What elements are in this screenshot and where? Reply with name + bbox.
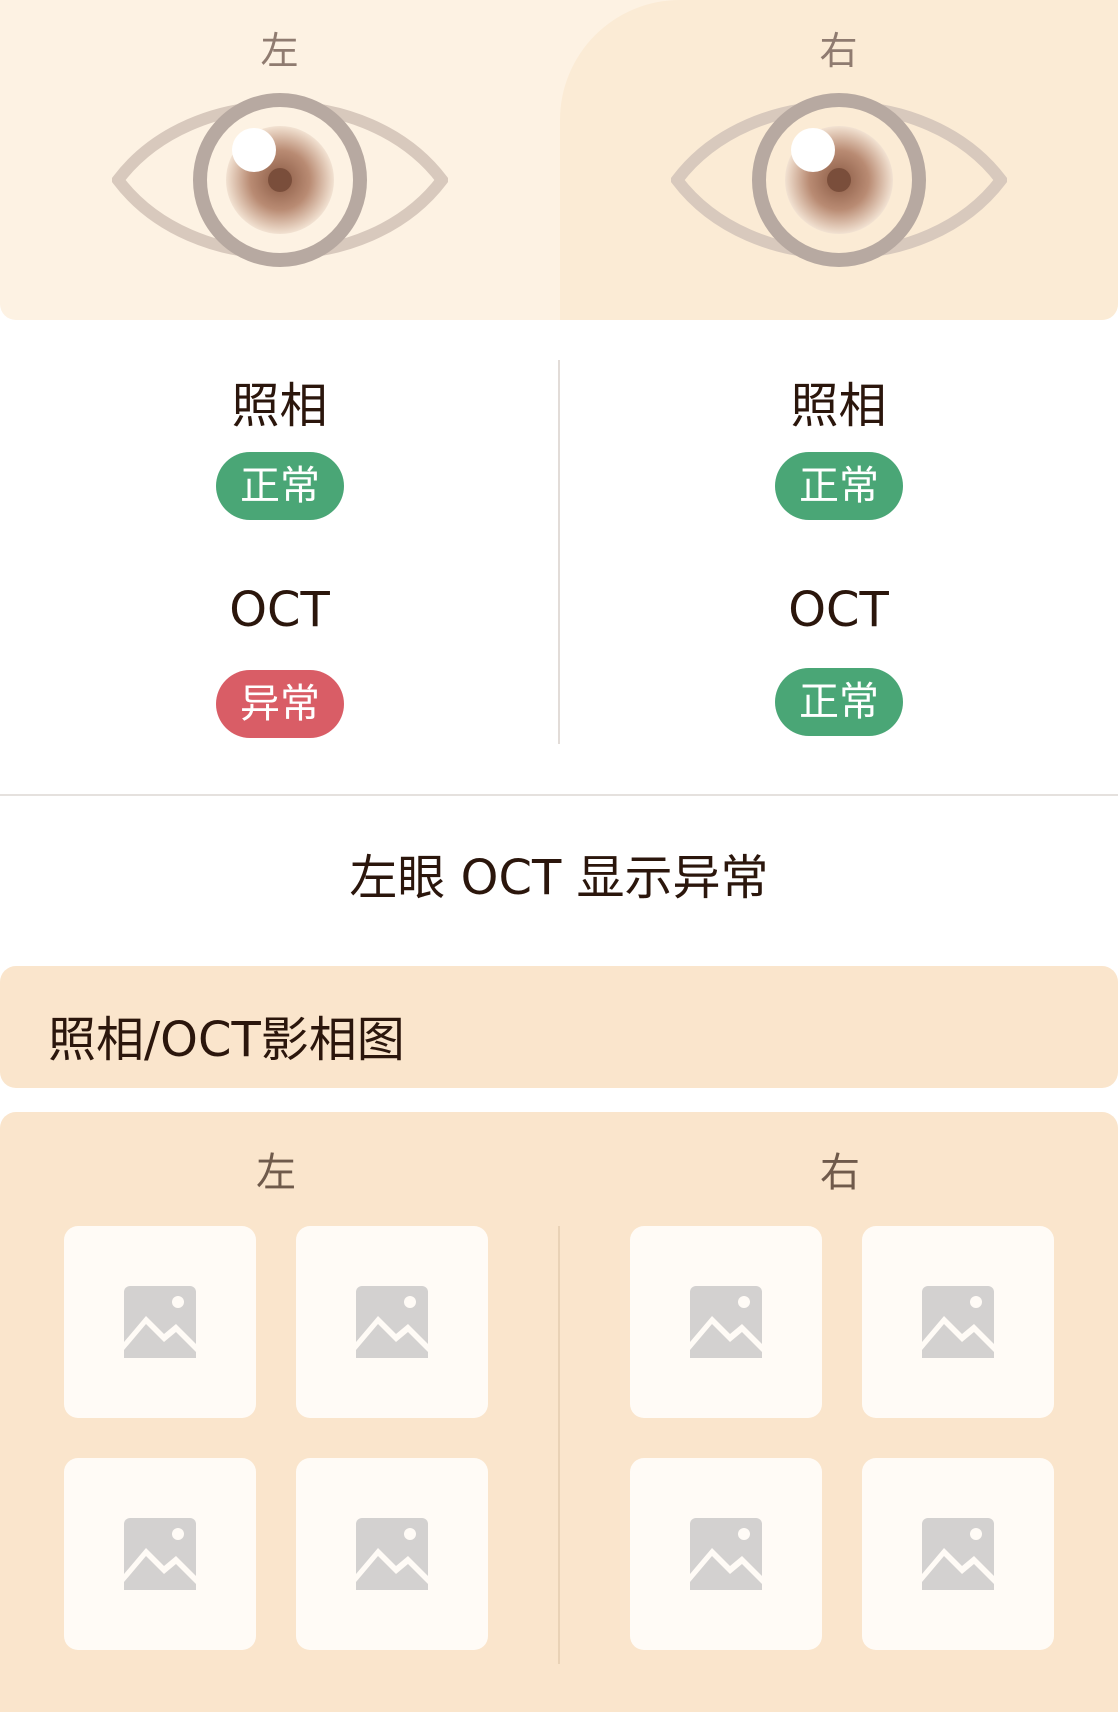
section-divider [0, 794, 1118, 796]
images-section-title: 照相/OCT影相图 [48, 1012, 405, 1068]
right-photo-label: 照相 [790, 378, 887, 434]
image-placeholder-icon [356, 1518, 428, 1590]
left-eye-label: 左 [260, 29, 299, 73]
image-placeholder-icon [922, 1286, 994, 1358]
right-image-thumb[interactable] [862, 1226, 1054, 1418]
left-oct-status-badge: 异常 [216, 670, 344, 738]
left-oct-label: OCT [229, 582, 330, 638]
image-gallery: 左 右 [0, 1112, 1118, 1712]
left-image-thumb[interactable] [64, 1458, 256, 1650]
result-summary: 左眼 OCT 显示异常 [349, 850, 769, 906]
right-eye-column: 右 [559, 0, 1118, 320]
image-placeholder-icon [690, 1518, 762, 1590]
left-image-thumb[interactable] [296, 1226, 488, 1418]
left-photo-label: 照相 [231, 378, 328, 434]
image-placeholder-icon [922, 1518, 994, 1590]
left-photo-status-badge: 正常 [216, 452, 344, 520]
image-placeholder-icon [124, 1286, 196, 1358]
images-section-header: 照相/OCT影相图 [0, 966, 1118, 1088]
exam-results: 照相 正常 OCT 异常 照相 正常 OCT 正常 [0, 320, 1118, 794]
right-eye-label: 右 [819, 29, 858, 73]
eye-illustration-panel: 左 右 [0, 0, 1118, 320]
gallery-divider [558, 1226, 560, 1664]
right-photo-status-badge: 正常 [775, 452, 903, 520]
image-placeholder-icon [124, 1518, 196, 1590]
image-placeholder-icon [356, 1286, 428, 1358]
gallery-right-label: 右 [820, 1150, 860, 1196]
gallery-left-label: 左 [256, 1150, 296, 1196]
left-eye-column: 左 [0, 0, 559, 320]
image-placeholder-icon [690, 1286, 762, 1358]
right-oct-status-badge: 正常 [775, 668, 903, 736]
right-image-thumb[interactable] [630, 1458, 822, 1650]
left-image-thumb[interactable] [64, 1226, 256, 1418]
left-image-thumb[interactable] [296, 1458, 488, 1650]
right-oct-label: OCT [788, 582, 889, 638]
right-image-thumb[interactable] [862, 1458, 1054, 1650]
right-image-thumb[interactable] [630, 1226, 822, 1418]
right-eye-results: 照相 正常 OCT 正常 [559, 320, 1118, 794]
right-eye-icon [671, 93, 1007, 267]
left-eye-icon [112, 93, 448, 267]
left-eye-results: 照相 正常 OCT 异常 [0, 320, 559, 794]
